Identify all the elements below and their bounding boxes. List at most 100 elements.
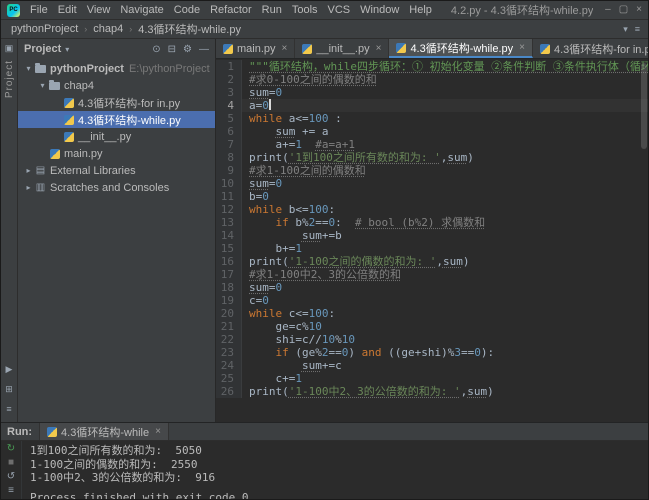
chevron-down-icon[interactable]: ▾ [65, 45, 69, 54]
tree-item[interactable]: ▸▤External Libraries [18, 162, 215, 179]
tree-label: chap4 [64, 80, 94, 92]
editor-scrollbar[interactable] [641, 63, 647, 149]
menu-run[interactable]: Run [257, 4, 287, 16]
menu-help[interactable]: Help [404, 4, 437, 16]
settings-icon[interactable]: ⚙ [183, 44, 192, 55]
tree-item[interactable]: ▸▥Scratches and Consoles [18, 179, 215, 196]
code-line[interactable]: 19c=0 [216, 294, 648, 307]
code-text: sum += a [242, 125, 648, 138]
menu-view[interactable]: View [82, 4, 116, 16]
code-token: if [276, 346, 296, 359]
code-line[interactable]: 18sum=0 [216, 281, 648, 294]
code-line[interactable]: 21 ge=c%10 [216, 320, 648, 333]
breadcrumb-item[interactable]: 4.3循环结构-while.py [136, 21, 243, 37]
code-token: c+= [249, 372, 295, 385]
maximize-button[interactable]: ▢ [619, 5, 628, 15]
code-line[interactable]: 4a=0 [216, 99, 648, 112]
code-line[interactable]: 11b=0 [216, 190, 648, 203]
menu-edit[interactable]: Edit [53, 4, 82, 16]
editor-tab[interactable]: main.py× [216, 39, 295, 58]
code-token: : [329, 203, 336, 216]
line-number: 9 [216, 164, 242, 177]
code-text: while c<=100: [242, 307, 648, 320]
code-line[interactable]: 14 sum+=b [216, 229, 648, 242]
code-line[interactable]: 3sum=0 [216, 86, 648, 99]
close-icon[interactable]: × [282, 43, 288, 54]
close-icon[interactable]: × [519, 42, 525, 53]
code-token: #求1-100中2、3的公倍数的和 [249, 268, 401, 281]
code-line[interactable]: 20while c<=100: [216, 307, 648, 320]
code-token: and [362, 346, 389, 359]
code-line[interactable]: 12while b<=100: [216, 203, 648, 216]
scratch-icon: ▥ [34, 182, 47, 193]
menu-navigate[interactable]: Navigate [115, 4, 168, 16]
run-tool-icon[interactable]: ▶ [6, 364, 13, 375]
hide-panel-icon[interactable]: — [199, 44, 209, 55]
console-output[interactable]: 1到100之间所有数的和为: 50501-100之间的偶数的和为: 25501-… [22, 441, 648, 499]
breadcrumb-item[interactable]: chap4 [91, 23, 125, 35]
close-button[interactable]: × [636, 5, 642, 15]
project-tool-icon[interactable]: ▣ [5, 43, 14, 54]
code-line[interactable]: 22 shi=c//10%10 [216, 333, 648, 346]
tree-item[interactable]: ▾pythonProjectE:\pythonProject [18, 60, 215, 77]
code-editor[interactable]: 1"""循环结构，while四步循环：① 初始化变量 ②条件判断 ③条件执行体（… [216, 59, 648, 422]
run-config-tab[interactable]: 4.3循环结构-while × [39, 423, 169, 440]
console-menu-icon[interactable]: ≡ [8, 486, 14, 496]
code-line[interactable]: 8print('1到100之间所有数的和为: ',sum) [216, 151, 648, 164]
menu-bar: PC FileEditViewNavigateCodeRefactorRunTo… [1, 1, 648, 20]
menu-refactor[interactable]: Refactor [205, 4, 257, 16]
menu-vcs[interactable]: VCS [323, 4, 356, 16]
code-line[interactable]: 10sum=0 [216, 177, 648, 190]
locate-file-icon[interactable]: ⊙ [152, 44, 160, 55]
editor-tab[interactable]: 4.3循环结构-while.py× [389, 39, 533, 58]
code-line[interactable]: 24 sum+=c [216, 359, 648, 372]
project-panel-title[interactable]: Project [24, 43, 61, 55]
code-line[interactable]: 16print('1-100之间的偶数的和为: ',sum) [216, 255, 648, 268]
code-line[interactable]: 5while a<=100 : [216, 112, 648, 125]
code-line[interactable]: 17#求1-100中2、3的公倍数的和 [216, 268, 648, 281]
menu-code[interactable]: Code [169, 4, 205, 16]
editor-tab[interactable]: __init__.py× [295, 39, 389, 58]
toolbar-menu-icon[interactable]: ≡ [635, 24, 640, 35]
code-line[interactable]: 25 c+=1 [216, 372, 648, 385]
structure-tool-icon[interactable]: ⊞ [5, 384, 13, 395]
rerun-icon[interactable]: ↻ [7, 444, 15, 454]
minimize-button[interactable]: – [605, 5, 611, 15]
code-line[interactable]: 26print('1-100中2、3的公倍数的和为: ',sum) [216, 385, 648, 398]
chevron-down-icon[interactable]: ▾ [37, 81, 48, 90]
code-line[interactable]: 9#求1-100之间的偶数和 [216, 164, 648, 177]
code-line[interactable]: 15 b+=1 [216, 242, 648, 255]
code-line[interactable]: 23 if (ge%2==0) and ((ge+shi)%3==0): [216, 346, 648, 359]
editor-tab[interactable]: 4.3循环结构-for in.py× [533, 39, 649, 58]
code-token: '1-100中2、3的公倍数的和为: ' [289, 385, 461, 398]
code-line[interactable]: 7 a+=1 #a=a+1 [216, 138, 648, 151]
menu-window[interactable]: Window [355, 4, 404, 16]
project-stripe-button[interactable]: Project [4, 60, 15, 98]
restore-layout-icon[interactable]: ↺ [7, 472, 15, 482]
project-panel-header: Project ▾ ⊙ ⊟ ⚙ — [18, 39, 215, 59]
code-line[interactable]: 6 sum += a [216, 125, 648, 138]
menu-tools[interactable]: Tools [287, 4, 323, 16]
breadcrumb-item[interactable]: pythonProject [9, 23, 80, 35]
code-line[interactable]: 13 if b%2==0: # bool (b%2) 求偶数和 [216, 216, 648, 229]
chevron-right-icon[interactable]: ▸ [23, 166, 34, 175]
tree-item[interactable]: __init__.py [18, 128, 215, 145]
tree-item[interactable]: 4.3循环结构-for in.py [18, 94, 215, 111]
close-icon[interactable]: × [155, 426, 161, 437]
chevron-down-icon[interactable]: ▾ [623, 24, 628, 35]
python-file-icon [540, 44, 550, 54]
code-line[interactable]: 1"""循环结构，while四步循环：① 初始化变量 ②条件判断 ③条件执行体（… [216, 60, 648, 73]
todo-tool-icon[interactable]: ≡ [6, 404, 11, 414]
chevron-right-icon[interactable]: ▸ [23, 183, 34, 192]
tree-item[interactable]: main.py [18, 145, 215, 162]
stop-icon[interactable]: ■ [8, 458, 14, 468]
tree-label: 4.3循环结构-while.py [78, 112, 181, 128]
close-icon[interactable]: × [376, 43, 382, 54]
menu-file[interactable]: File [25, 4, 53, 16]
breadcrumb-separator-icon: › [125, 24, 136, 34]
chevron-down-icon[interactable]: ▾ [23, 64, 34, 73]
collapse-all-icon[interactable]: ⊟ [168, 44, 176, 55]
tree-item[interactable]: 4.3循环结构-while.py [18, 111, 215, 128]
tree-item[interactable]: ▾ chap4 [18, 77, 215, 94]
code-line[interactable]: 2#求0-100之间的偶数的和 [216, 73, 648, 86]
